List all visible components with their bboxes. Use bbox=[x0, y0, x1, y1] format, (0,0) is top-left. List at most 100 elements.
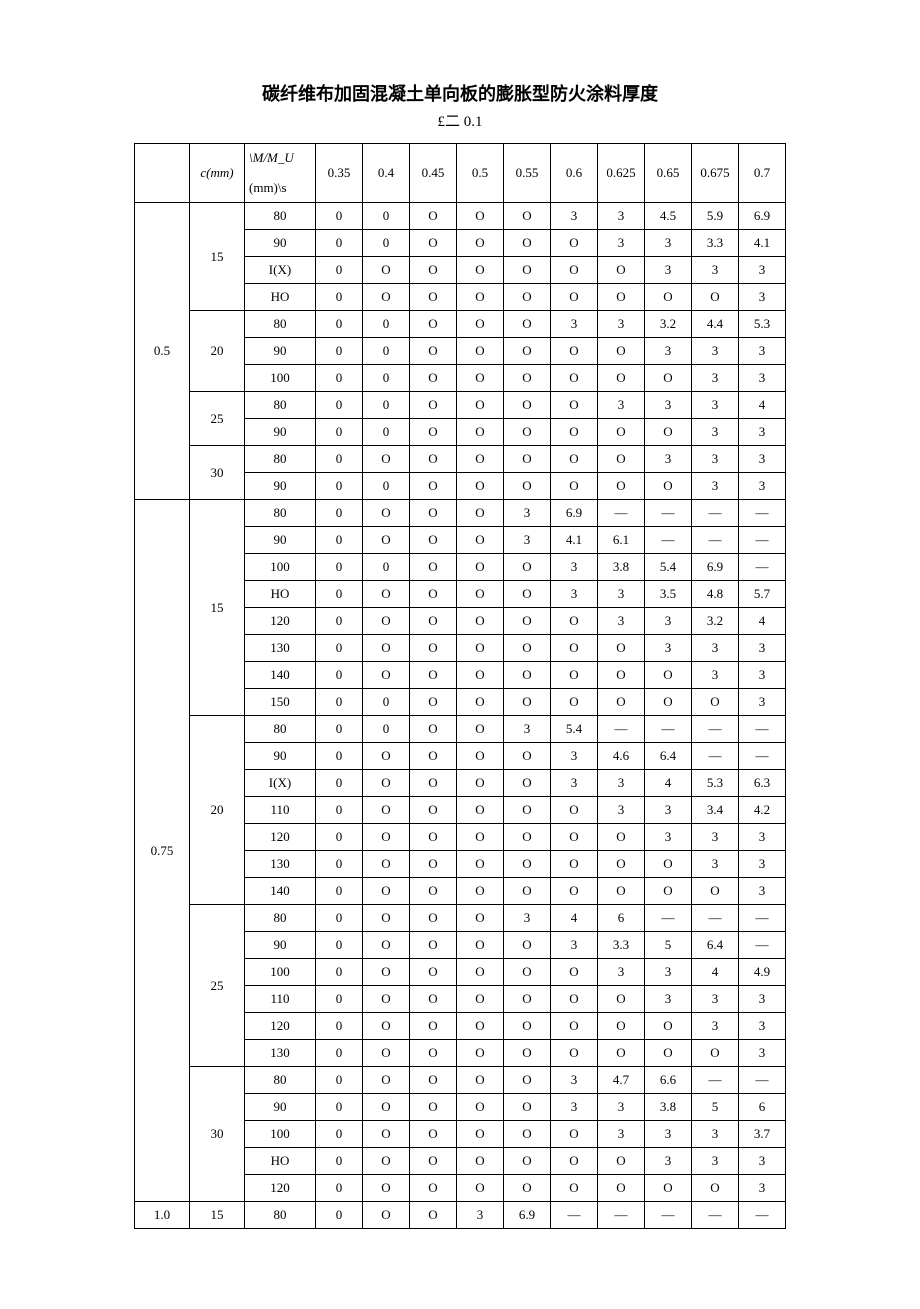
cell: O bbox=[457, 824, 504, 851]
cell: 0 bbox=[316, 1202, 363, 1229]
cell: 3 bbox=[598, 203, 645, 230]
cell: O bbox=[598, 473, 645, 500]
cell: — bbox=[645, 716, 692, 743]
cell: — bbox=[598, 1202, 645, 1229]
cell: 3.4 bbox=[692, 797, 739, 824]
cell: O bbox=[410, 1094, 457, 1121]
cell: O bbox=[363, 743, 410, 770]
cell: O bbox=[457, 851, 504, 878]
cell: O bbox=[598, 257, 645, 284]
cell: O bbox=[457, 689, 504, 716]
cell: 0 bbox=[316, 1148, 363, 1175]
cell: 3 bbox=[598, 1121, 645, 1148]
row-h: 120 bbox=[245, 1175, 316, 1202]
cell: O bbox=[410, 419, 457, 446]
row-h: 80 bbox=[245, 311, 316, 338]
cell: O bbox=[504, 419, 551, 446]
cell: 0 bbox=[363, 554, 410, 581]
cell: O bbox=[363, 905, 410, 932]
cell: 0 bbox=[316, 1175, 363, 1202]
cell: 3.3 bbox=[598, 932, 645, 959]
row-h: 130 bbox=[245, 1040, 316, 1067]
cell: O bbox=[598, 446, 645, 473]
cell: O bbox=[457, 311, 504, 338]
cell: O bbox=[410, 1040, 457, 1067]
cell: 0 bbox=[316, 203, 363, 230]
group-c: 25 bbox=[190, 905, 245, 1067]
cell: O bbox=[363, 581, 410, 608]
cell: 3 bbox=[645, 338, 692, 365]
cell: O bbox=[410, 338, 457, 365]
cell: — bbox=[739, 527, 786, 554]
cell: 0 bbox=[316, 932, 363, 959]
cell: 4 bbox=[739, 392, 786, 419]
cell: O bbox=[363, 851, 410, 878]
header-ratio: 0.6 bbox=[551, 144, 598, 203]
cell: O bbox=[457, 554, 504, 581]
cell: O bbox=[504, 959, 551, 986]
cell: O bbox=[551, 608, 598, 635]
cell: O bbox=[504, 1148, 551, 1175]
cell: O bbox=[551, 446, 598, 473]
cell: — bbox=[739, 932, 786, 959]
data-table: c(mm)\M/M_U(mm)\s0.350.40.450.50.550.60.… bbox=[134, 143, 786, 1229]
cell: O bbox=[504, 932, 551, 959]
cell: O bbox=[504, 797, 551, 824]
cell: — bbox=[739, 554, 786, 581]
row-h: 120 bbox=[245, 608, 316, 635]
cell: 6.9 bbox=[739, 203, 786, 230]
cell: O bbox=[363, 770, 410, 797]
cell: 4.5 bbox=[645, 203, 692, 230]
cell: 3 bbox=[598, 959, 645, 986]
cell: — bbox=[692, 905, 739, 932]
cell: — bbox=[692, 1067, 739, 1094]
row-h: 90 bbox=[245, 932, 316, 959]
cell: 0 bbox=[363, 716, 410, 743]
cell: 3 bbox=[598, 797, 645, 824]
cell: 4.7 bbox=[598, 1067, 645, 1094]
cell: O bbox=[504, 338, 551, 365]
cell: O bbox=[645, 1013, 692, 1040]
cell: O bbox=[363, 257, 410, 284]
row-h: 110 bbox=[245, 986, 316, 1013]
cell: 3 bbox=[598, 392, 645, 419]
cell: — bbox=[692, 716, 739, 743]
cell: O bbox=[410, 581, 457, 608]
cell: 3 bbox=[457, 1202, 504, 1229]
header-c: c(mm) bbox=[190, 144, 245, 203]
cell: 0 bbox=[316, 311, 363, 338]
cell: O bbox=[457, 527, 504, 554]
block-left: 0.75 bbox=[135, 500, 190, 1202]
cell: O bbox=[457, 446, 504, 473]
row-h: 100 bbox=[245, 959, 316, 986]
cell: 0 bbox=[316, 716, 363, 743]
row-h: 150 bbox=[245, 689, 316, 716]
group-c: 20 bbox=[190, 311, 245, 392]
cell: — bbox=[692, 1202, 739, 1229]
cell: O bbox=[504, 824, 551, 851]
cell: 5.4 bbox=[645, 554, 692, 581]
row-h: 80 bbox=[245, 392, 316, 419]
cell: O bbox=[457, 662, 504, 689]
cell: O bbox=[504, 851, 551, 878]
cell: O bbox=[551, 338, 598, 365]
cell: 3 bbox=[504, 716, 551, 743]
cell: O bbox=[551, 1121, 598, 1148]
row-h: 80 bbox=[245, 1202, 316, 1229]
header-blank bbox=[135, 144, 190, 203]
cell: 3 bbox=[739, 1175, 786, 1202]
cell: 3 bbox=[692, 662, 739, 689]
row-h: 90 bbox=[245, 527, 316, 554]
cell: 3.2 bbox=[692, 608, 739, 635]
cell: 4 bbox=[551, 905, 598, 932]
cell: 0 bbox=[316, 986, 363, 1013]
cell: O bbox=[410, 446, 457, 473]
cell: O bbox=[363, 635, 410, 662]
cell: 6.4 bbox=[645, 743, 692, 770]
cell: O bbox=[504, 743, 551, 770]
cell: O bbox=[410, 1013, 457, 1040]
cell: O bbox=[551, 689, 598, 716]
cell: 6.1 bbox=[598, 527, 645, 554]
group-c: 25 bbox=[190, 392, 245, 446]
cell: O bbox=[504, 473, 551, 500]
